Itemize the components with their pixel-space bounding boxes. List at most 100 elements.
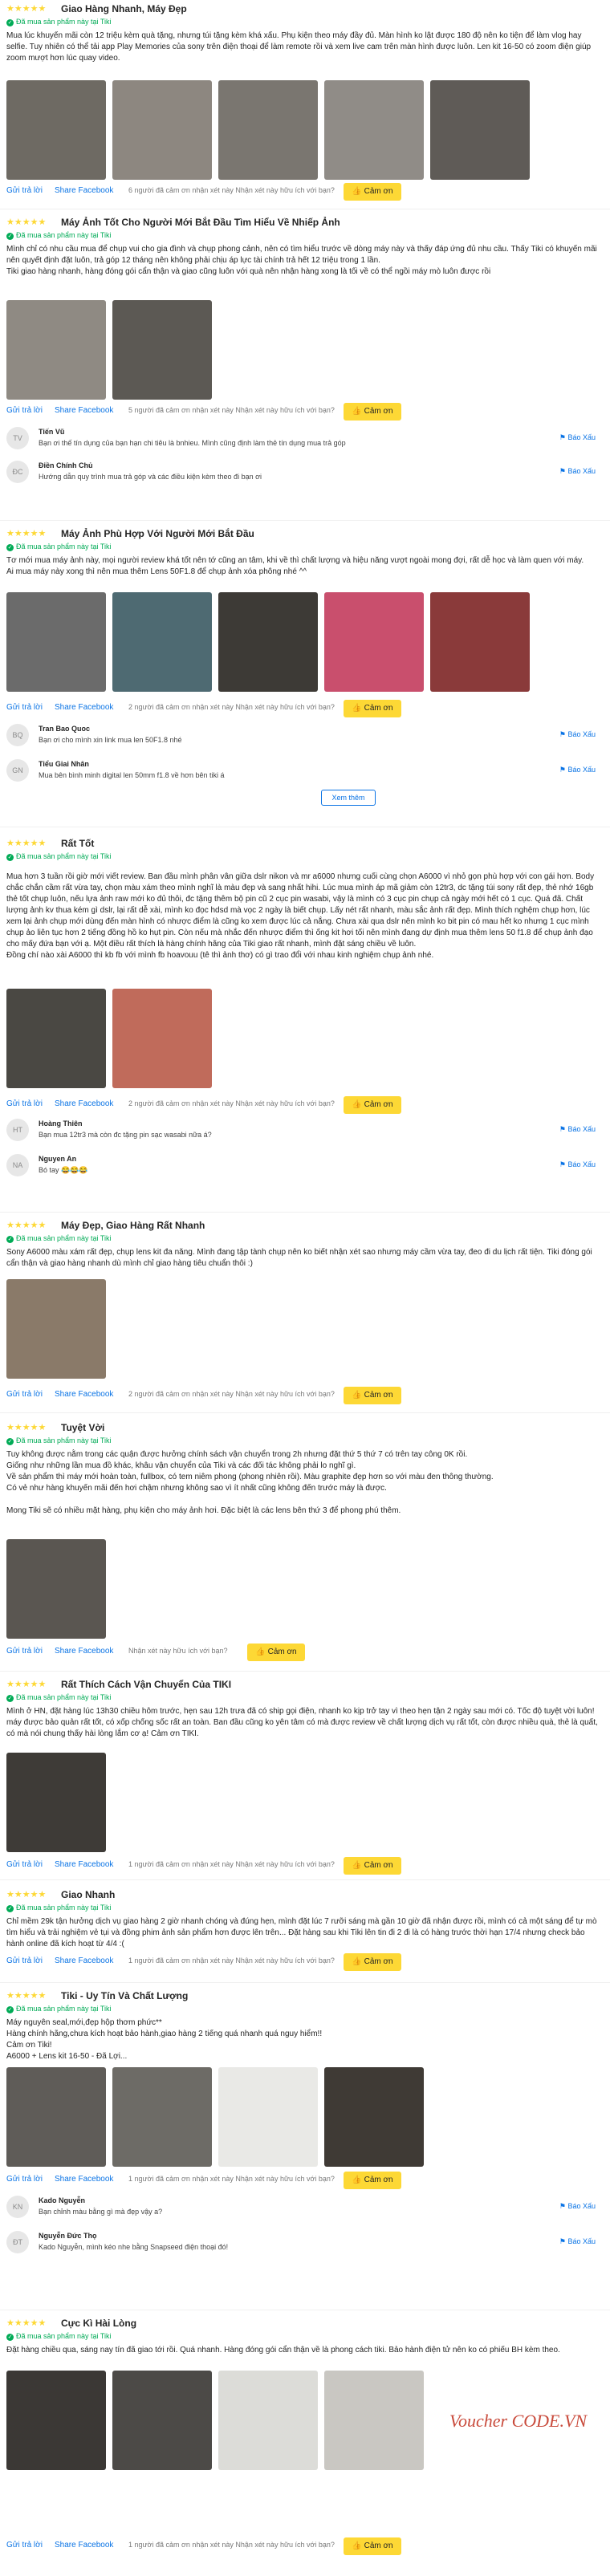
helpful-text: 6 người đã cảm ơn nhận xét này Nhận xét …	[128, 186, 335, 194]
review-photos	[6, 2067, 432, 2167]
thanks-button[interactable]: 👍 Cảm ơn	[344, 1096, 401, 1114]
review-photo[interactable]	[218, 2067, 318, 2167]
report-link[interactable]: ⚑ Báo Xấu	[559, 2202, 596, 2211]
review-photo[interactable]	[6, 80, 106, 180]
commenter-name: Nguyen An	[39, 1155, 77, 1163]
reply-link[interactable]: Gửi trả lời	[6, 1860, 43, 1869]
thanks-label: Cảm ơn	[364, 704, 393, 713]
star-rating: ★★★★★	[6, 2318, 47, 2328]
flag-icon: ⚑	[559, 766, 568, 774]
thanks-button[interactable]: 👍 Cảm ơn	[344, 2537, 401, 2555]
reply-link[interactable]: Gửi trả lời	[6, 1390, 43, 1399]
share-facebook-link[interactable]: Share Facebook	[55, 186, 113, 195]
review-actions: Gửi trả lời Share Facebook 1 người đã cả…	[6, 2537, 600, 2555]
report-label: Báo Xấu	[567, 2202, 596, 2210]
review-actions: Gửi trả lời Share Facebook 1 người đã cả…	[6, 2172, 600, 2189]
comment-text: Bạn mua 12tr3 mà còn đc tặng pin sạc was…	[39, 1131, 212, 1139]
star-rating: ★★★★★	[6, 4, 47, 14]
verified-label: Đã mua sản phẩm này tại Tiki	[16, 1436, 112, 1444]
review-photo[interactable]	[218, 2371, 318, 2470]
commenter-name: Tran Bao Quoc	[39, 725, 91, 733]
check-icon: ✓	[6, 1695, 14, 1702]
review-photo[interactable]	[6, 1279, 106, 1379]
review-card: ★★★★★ Tuyệt Vời ✓ Đã mua sản phẩm này tại…	[0, 1422, 610, 1663]
share-facebook-link[interactable]: Share Facebook	[55, 1956, 113, 1965]
review-photo[interactable]	[6, 300, 106, 400]
review-photo[interactable]	[112, 2067, 212, 2167]
review-photo[interactable]	[324, 2067, 424, 2167]
reply-link[interactable]: Gửi trả lời	[6, 1647, 43, 1656]
report-link[interactable]: ⚑ Báo Xấu	[559, 730, 596, 739]
review-actions: Gửi trả lời Share Facebook Nhận xét này …	[6, 1644, 600, 1661]
review-photo[interactable]	[324, 2371, 424, 2470]
share-facebook-link[interactable]: Share Facebook	[55, 1099, 113, 1108]
thanks-button[interactable]: 👍 Cảm ơn	[344, 2172, 401, 2189]
review-photo[interactable]	[6, 2067, 106, 2167]
review-photo[interactable]	[112, 80, 212, 180]
thanks-button[interactable]: 👍 Cảm ơn	[344, 1387, 401, 1404]
review-title: Máy Ảnh Tốt Cho Người Mới Bắt Đầu Tìm Hi…	[61, 217, 340, 228]
review-photo[interactable]	[112, 592, 212, 692]
review-photo[interactable]	[218, 592, 318, 692]
share-facebook-link[interactable]: Share Facebook	[55, 406, 113, 415]
share-facebook-link[interactable]: Share Facebook	[55, 1860, 113, 1869]
verified-label: Đã mua sản phẩm này tại Tiki	[16, 2005, 112, 2013]
reply-link[interactable]: Gửi trả lời	[6, 1099, 43, 1108]
thanks-button[interactable]: 👍 Cảm ơn	[344, 1953, 401, 1971]
report-link[interactable]: ⚑ Báo Xấu	[559, 467, 596, 476]
thanks-button[interactable]: 👍 Cảm ơn	[344, 700, 401, 717]
star-rating: ★★★★★	[6, 1423, 47, 1432]
report-label: Báo Xấu	[567, 1125, 596, 1133]
comment: ĐT Nguyễn Đức Thọ Kado Nguyễn, mình kéo …	[6, 2228, 604, 2255]
reply-link[interactable]: Gửi trả lời	[6, 186, 43, 195]
share-facebook-link[interactable]: Share Facebook	[55, 1647, 113, 1656]
divider	[0, 1671, 610, 1672]
review-photo[interactable]	[6, 989, 106, 1088]
review-photo[interactable]	[324, 592, 424, 692]
divider	[0, 1982, 610, 1983]
review-photo[interactable]	[430, 80, 530, 180]
reply-link[interactable]: Gửi trả lời	[6, 703, 43, 712]
thanks-button[interactable]: 👍 Cảm ơn	[247, 1644, 305, 1661]
review-photo[interactable]	[112, 300, 212, 400]
helpful-text: Nhận xét này hữu ích với bạn?	[128, 1647, 228, 1655]
thanks-button[interactable]: 👍 Cảm ơn	[344, 403, 401, 421]
avatar: ĐT	[6, 2231, 29, 2253]
review-photo[interactable]	[324, 80, 424, 180]
review-photo[interactable]	[112, 2371, 212, 2470]
reply-link[interactable]: Gửi trả lời	[6, 406, 43, 415]
comment-text: Bạn chỉnh màu bằng gì mà đẹp vậy a?	[39, 2208, 163, 2216]
review-photo[interactable]	[430, 592, 530, 692]
comment-text: Kado Nguyễn, mình kéo nhe bằng Snapseed …	[39, 2243, 229, 2251]
share-facebook-link[interactable]: Share Facebook	[55, 2175, 113, 2184]
review-card: ★★★★★ Giao Hàng Nhanh, Máy Đẹp ✓ Đã mua s…	[0, 3, 610, 201]
reply-link[interactable]: Gửi trả lời	[6, 2175, 43, 2184]
review-photo[interactable]	[6, 1539, 106, 1639]
comment-text: Bạn ơi thế tín dụng của bạn hạn chi tiêu…	[39, 439, 346, 447]
review-photo[interactable]	[218, 80, 318, 180]
review-photo[interactable]	[6, 1753, 106, 1852]
reply-link[interactable]: Gửi trả lời	[6, 2541, 43, 2550]
share-facebook-link[interactable]: Share Facebook	[55, 2541, 113, 2550]
helpful-text: 2 người đã cảm ơn nhận xét này Nhận xét …	[128, 1099, 335, 1107]
report-link[interactable]: ⚑ Báo Xấu	[559, 2237, 596, 2246]
reply-link[interactable]: Gửi trả lời	[6, 1956, 43, 1965]
verified-purchase: ✓ Đã mua sản phẩm này tại Tiki	[6, 2332, 112, 2341]
check-icon: ✓	[6, 1438, 14, 1445]
share-facebook-link[interactable]: Share Facebook	[55, 703, 113, 712]
report-link[interactable]: ⚑ Báo Xấu	[559, 1125, 596, 1134]
verified-purchase: ✓ Đã mua sản phẩm này tại Tiki	[6, 1436, 112, 1445]
thanks-button[interactable]: 👍 Cảm ơn	[344, 1857, 401, 1875]
report-link[interactable]: ⚑ Báo Xấu	[559, 433, 596, 442]
report-link[interactable]: ⚑ Báo Xấu	[559, 766, 596, 774]
thanks-button[interactable]: 👍 Cảm ơn	[344, 183, 401, 201]
review-photo[interactable]	[112, 989, 212, 1088]
avatar: NA	[6, 1154, 29, 1176]
review-card: ★★★★★ Máy Đẹp, Giao Hàng Rất Nhanh ✓ Đã m…	[0, 1220, 610, 1412]
comment-text: Bạn ơi cho mình xin link mua len 50F1.8 …	[39, 736, 182, 744]
show-more-button[interactable]: Xem thêm	[321, 790, 376, 806]
report-link[interactable]: ⚑ Báo Xấu	[559, 1160, 596, 1169]
review-photo[interactable]	[6, 592, 106, 692]
review-photo[interactable]	[6, 2371, 106, 2470]
share-facebook-link[interactable]: Share Facebook	[55, 1390, 113, 1399]
